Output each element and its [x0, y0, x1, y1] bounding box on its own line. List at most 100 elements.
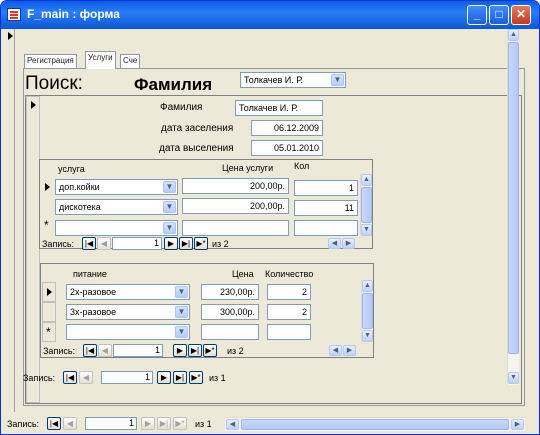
new-record-button[interactable]: ▶*	[173, 417, 187, 430]
chevron-down-icon[interactable]: ▼	[163, 201, 176, 213]
next-record-button[interactable]: ▶	[173, 344, 187, 357]
form-vscroll[interactable]: ▲ ▼	[507, 29, 519, 385]
food-row-2-qty[interactable]: 2	[267, 304, 311, 320]
chevron-down-icon[interactable]: ▼	[163, 222, 176, 234]
window-hscroll[interactable]: ◀ ▶	[225, 417, 525, 431]
close-button[interactable]: ✕	[511, 5, 531, 25]
tab-bills[interactable]: Сче	[120, 54, 141, 68]
food-nav-total: из 2	[227, 346, 244, 356]
form-nav-current[interactable]: 1	[101, 371, 153, 384]
food-row-2-price[interactable]: 300,00р.	[201, 304, 259, 320]
subform-record-selector[interactable]	[26, 96, 40, 403]
scroll-thumb[interactable]	[362, 293, 373, 329]
chevron-down-icon[interactable]: ▼	[331, 74, 344, 86]
services-header-qty: Кол	[294, 161, 310, 171]
checkout-field[interactable]: 05.01.2010	[251, 140, 323, 156]
prev-record-button[interactable]: ◀	[79, 371, 93, 384]
scroll-down-icon[interactable]: ▼	[362, 330, 373, 342]
new-record-button[interactable]: ▶*	[203, 344, 217, 357]
minimize-button[interactable]: _	[467, 5, 487, 25]
scroll-up-icon[interactable]: ▲	[508, 29, 519, 41]
food-nav-label: Запись:	[43, 346, 76, 356]
scroll-thumb[interactable]	[508, 42, 519, 354]
chevron-down-icon[interactable]: ▼	[175, 326, 188, 338]
scroll-right-icon[interactable]: ▶	[342, 238, 355, 249]
scroll-right-icon[interactable]: ▶	[343, 345, 356, 356]
services-row-2-qty[interactable]: 11	[294, 200, 358, 216]
chevron-down-icon[interactable]: ▼	[163, 181, 176, 193]
scroll-thumb[interactable]	[241, 419, 509, 430]
services-new-name[interactable]: ▼	[55, 220, 178, 236]
food-row-1-selector[interactable]	[42, 282, 56, 302]
services-row-1-price[interactable]: 200,00р.	[182, 178, 289, 194]
maximize-button[interactable]: □	[489, 5, 509, 25]
search-combo[interactable]: Толкачев И. Р. ▼	[240, 72, 346, 88]
next-record-button[interactable]: ▶	[141, 417, 155, 430]
first-record-button[interactable]: |◀	[83, 344, 97, 357]
food-new-row-selector[interactable]: *	[42, 322, 56, 342]
services-row-2-price[interactable]: 200,00р.	[182, 198, 289, 214]
checkin-field[interactable]: 06.12.2009	[251, 120, 323, 136]
prev-record-button[interactable]: ◀	[63, 417, 77, 430]
last-record-button[interactable]: ▶|	[179, 237, 193, 250]
food-new-price[interactable]	[201, 324, 259, 340]
last-record-button[interactable]: ▶|	[173, 371, 187, 384]
window-nav-label: Запись:	[7, 419, 40, 429]
services-row-1-qty[interactable]: 1	[294, 180, 358, 196]
scroll-down-icon[interactable]: ▼	[361, 224, 372, 236]
food-new-name[interactable]: ▼	[66, 324, 190, 340]
current-record-icon	[31, 101, 36, 109]
last-record-button[interactable]: ▶|	[157, 417, 171, 430]
new-record-button[interactable]: ▶*	[194, 237, 208, 250]
scroll-left-icon[interactable]: ◀	[328, 238, 341, 249]
scroll-up-icon[interactable]: ▲	[362, 280, 373, 292]
services-new-price[interactable]	[182, 220, 289, 236]
food-row-1-price[interactable]: 230,00р.	[201, 284, 259, 300]
form-record-selector[interactable]	[5, 29, 15, 412]
tab-services[interactable]: Услуги	[85, 51, 116, 69]
window-nav-total: из 1	[195, 419, 212, 429]
services-row-selector[interactable]	[41, 179, 55, 197]
search-label: Поиск:	[25, 73, 83, 94]
surname-field[interactable]: Толкачев И. Р.	[235, 100, 323, 116]
scroll-left-icon[interactable]: ◀	[329, 345, 342, 356]
food-nav-current[interactable]: 1	[113, 344, 163, 357]
chevron-down-icon[interactable]: ▼	[175, 286, 188, 298]
prev-record-button[interactable]: ◀	[98, 344, 112, 357]
first-record-button[interactable]: |◀	[47, 417, 61, 430]
first-record-button[interactable]: |◀	[82, 237, 96, 250]
food-new-row-marker: *	[46, 325, 51, 339]
services-new-qty[interactable]	[294, 220, 358, 236]
scroll-left-icon[interactable]: ◀	[226, 419, 239, 430]
last-record-button[interactable]: ▶|	[188, 344, 202, 357]
tab-registration[interactable]: Регистрация	[24, 54, 77, 68]
food-new-qty[interactable]	[267, 324, 311, 340]
next-record-button[interactable]: ▶	[164, 237, 178, 250]
prev-record-button[interactable]: ◀	[97, 237, 111, 250]
title-bar[interactable]: F_main : форма _ □ ✕	[1, 1, 539, 29]
surname-label: Фамилия	[160, 102, 203, 113]
scroll-up-icon[interactable]: ▲	[361, 174, 372, 186]
new-record-button[interactable]: ▶*	[189, 371, 203, 384]
services-row-2-name[interactable]: дискотека ▼	[55, 199, 178, 215]
chevron-down-icon[interactable]: ▼	[175, 306, 188, 318]
food-row-1-name[interactable]: 2х-разовое ▼	[66, 284, 190, 300]
checkin-label: дата заселения	[161, 123, 234, 134]
search-field-label: Фамилия	[134, 75, 213, 94]
next-record-button[interactable]: ▶	[157, 371, 171, 384]
food-row-2-selector[interactable]	[42, 302, 56, 322]
food-vscroll[interactable]: ▲ ▼	[361, 280, 373, 342]
services-row-1-name[interactable]: доп.койки ▼	[55, 179, 178, 195]
food-row-1-qty[interactable]: 2	[267, 284, 311, 300]
scroll-down-icon[interactable]: ▼	[508, 372, 519, 384]
services-new-row-marker: *	[44, 218, 49, 232]
services-vscroll[interactable]: ▲ ▼	[360, 174, 372, 236]
scroll-thumb[interactable]	[361, 187, 372, 223]
first-record-button[interactable]: |◀	[63, 371, 77, 384]
services-nav-current[interactable]: 1	[112, 237, 162, 250]
window-nav-current[interactable]: 1	[85, 417, 137, 430]
form-nav: Запись: |◀ ◀ 1 ▶ ▶| ▶* из 1	[23, 371, 323, 385]
scroll-right-icon[interactable]: ▶	[511, 419, 524, 430]
food-row-1-name-text: 2х-разовое	[70, 287, 117, 297]
food-row-2-name[interactable]: 3х-разовое ▼	[66, 304, 190, 320]
